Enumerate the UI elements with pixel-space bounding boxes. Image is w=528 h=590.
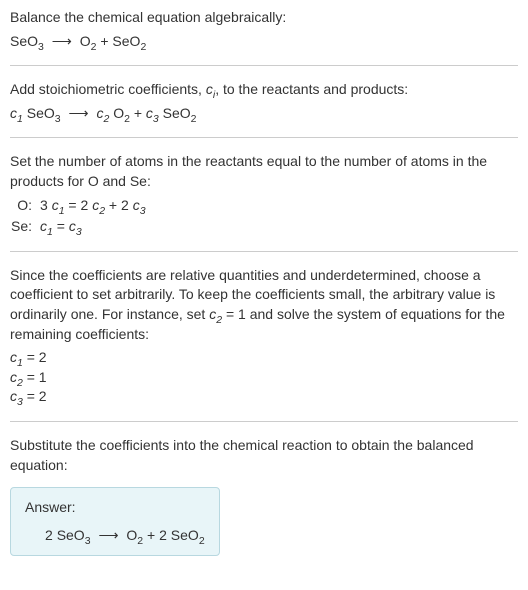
reactant: SeO3: [10, 33, 44, 49]
plus: +: [100, 33, 112, 49]
arrow-icon: ⟶: [52, 32, 72, 52]
divider: [10, 65, 518, 66]
se-label: Se:: [10, 217, 40, 237]
product1: O2: [80, 33, 97, 49]
divider: [10, 251, 518, 252]
selenium-row: Se: c1 = c3: [10, 217, 518, 237]
step2-section: Add stoichiometric coefficients, ci, to …: [10, 80, 518, 123]
c3-result: c3 = 2: [10, 387, 518, 407]
step5-section: Substitute the coefficients into the che…: [10, 436, 518, 475]
coef-results: c1 = 2 c2 = 1 c3 = 2: [10, 348, 518, 407]
o-equation: 3 c1 = 2 c2 + 2 c3: [40, 196, 146, 216]
c1-result: c1 = 2: [10, 348, 518, 368]
answer-title: Answer:: [25, 498, 205, 518]
step4-text: Since the coefficients are relative quan…: [10, 266, 518, 344]
answer-box: Answer: 2 SeO3 ⟶ O2 + 2 SeO2: [10, 487, 220, 556]
atom-equations: O: 3 c1 = 2 c2 + 2 c3 Se: c1 = c3: [10, 196, 518, 237]
c2-result: c2 = 1: [10, 368, 518, 388]
arrow-icon: ⟶: [98, 526, 118, 546]
product2: SeO2: [112, 33, 146, 49]
o-label: O:: [10, 196, 40, 216]
step5-text: Substitute the coefficients into the che…: [10, 436, 518, 475]
arrow-icon: ⟶: [68, 104, 88, 124]
step3-text: Set the number of atoms in the reactants…: [10, 152, 518, 191]
step2-text: Add stoichiometric coefficients, ci, to …: [10, 80, 518, 100]
intro-text: Balance the chemical equation algebraica…: [10, 8, 518, 28]
se-equation: c1 = c3: [40, 217, 82, 237]
oxygen-row: O: 3 c1 = 2 c2 + 2 c3: [10, 196, 518, 216]
step4-section: Since the coefficients are relative quan…: [10, 266, 518, 407]
divider: [10, 137, 518, 138]
intro-section: Balance the chemical equation algebraica…: [10, 8, 518, 51]
intro-equation: SeO3 ⟶ O2 + SeO2: [10, 32, 518, 52]
divider: [10, 421, 518, 422]
answer-equation: 2 SeO3 ⟶ O2 + 2 SeO2: [25, 526, 205, 546]
step2-equation: c1 SeO3 ⟶ c2 O2 + c3 SeO2: [10, 104, 518, 124]
step3-section: Set the number of atoms in the reactants…: [10, 152, 518, 236]
